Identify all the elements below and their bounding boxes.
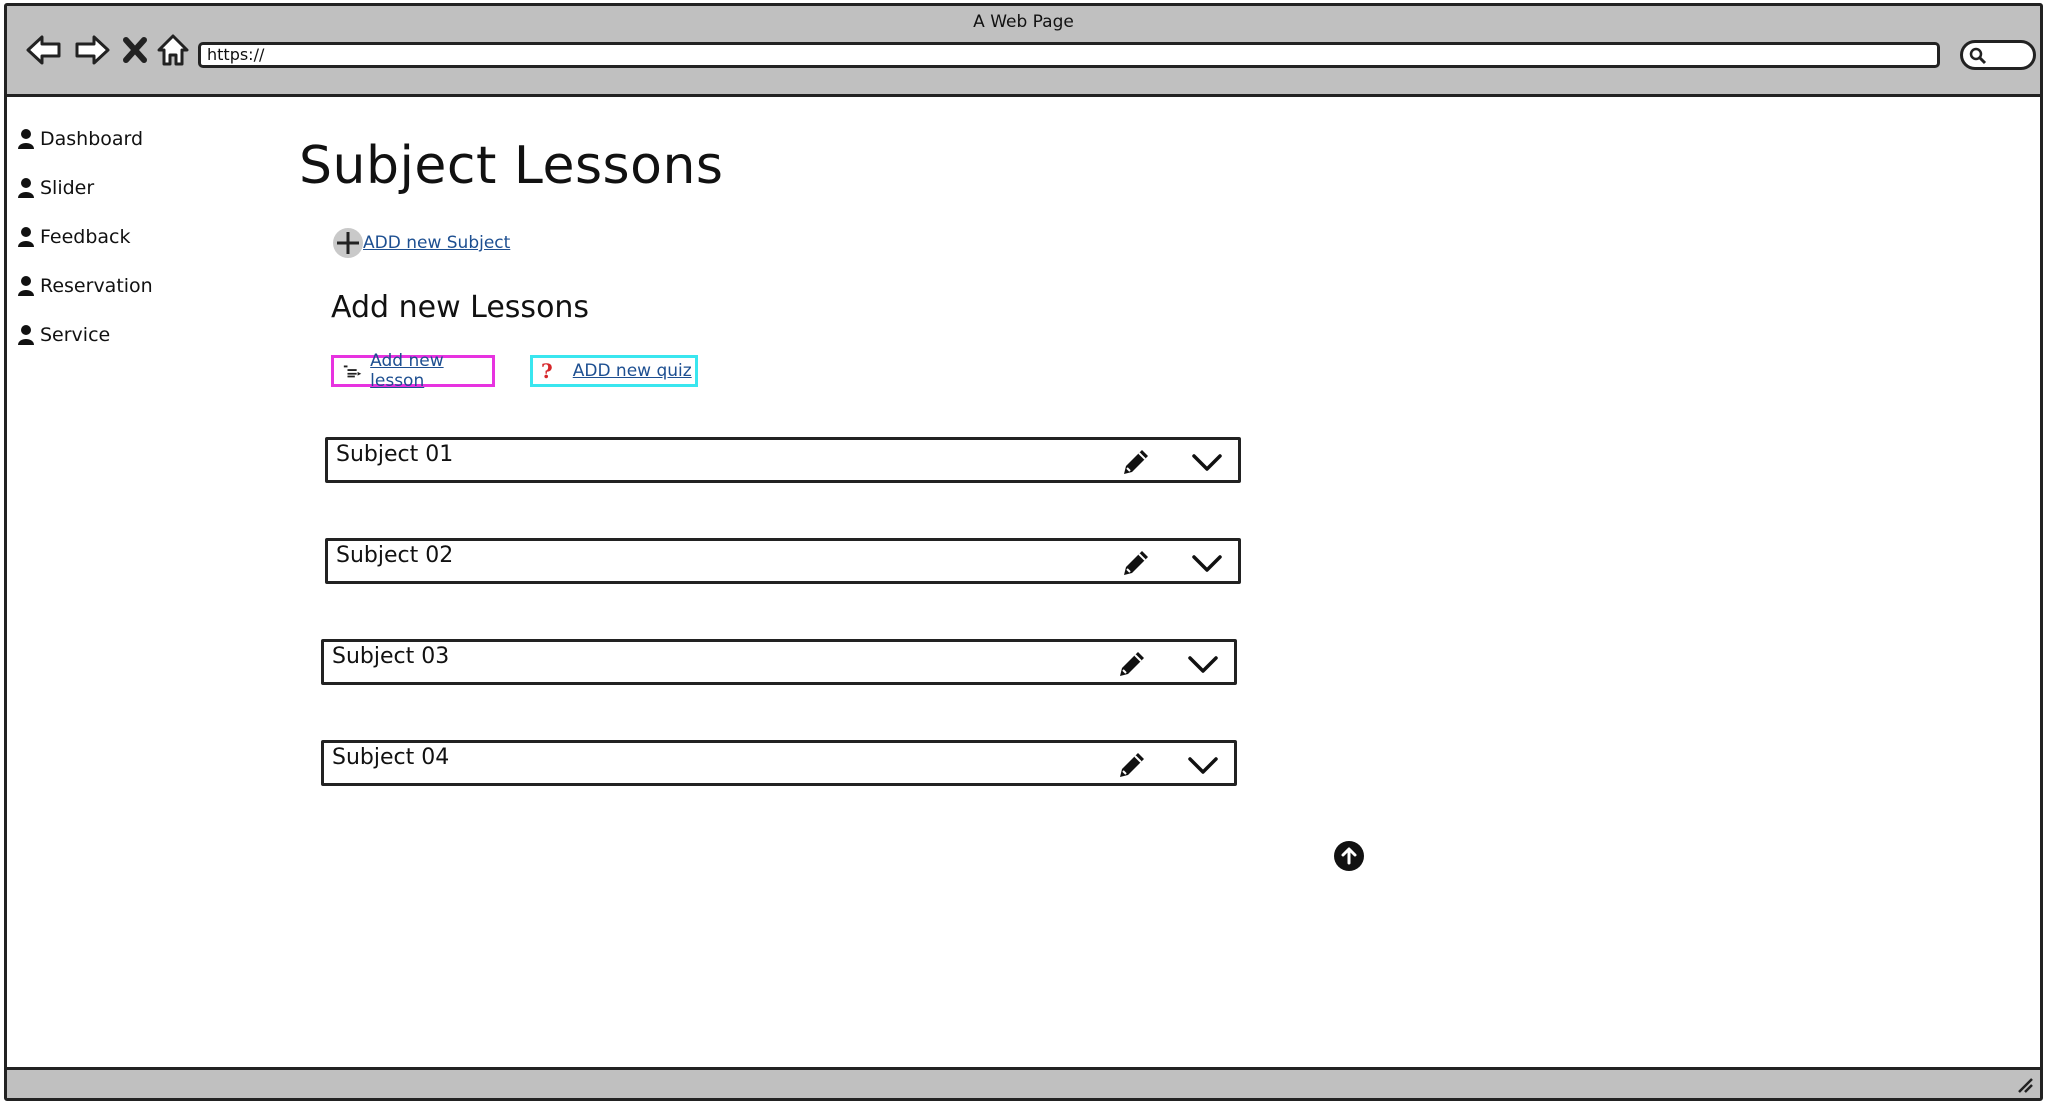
chevron-down-icon[interactable]: [1186, 751, 1220, 779]
add-quiz-button[interactable]: ? ADD new quiz: [530, 355, 698, 387]
chevron-down-icon[interactable]: [1190, 448, 1224, 476]
home-icon[interactable]: [155, 30, 191, 70]
arrow-up-icon: [1341, 847, 1357, 865]
subject-row-01[interactable]: Subject 01: [325, 437, 1241, 483]
chevron-down-icon[interactable]: [1186, 650, 1220, 678]
browser-search-field[interactable]: [1960, 40, 2036, 70]
search-icon: [1969, 47, 1987, 65]
sidebar-item-label: Dashboard: [40, 127, 144, 150]
status-bar: [7, 1067, 2040, 1098]
subject-row-04[interactable]: Subject 04: [321, 740, 1237, 786]
page-title: Subject Lessons: [299, 136, 724, 196]
user-icon: [18, 226, 34, 247]
sidebar-item-slider[interactable]: Slider: [17, 163, 153, 212]
sidebar-item-service[interactable]: Service: [17, 310, 153, 359]
user-icon: [18, 324, 34, 345]
subject-row-02[interactable]: Subject 02: [325, 538, 1241, 584]
subject-label: Subject 02: [336, 543, 454, 568]
sidebar-item-feedback[interactable]: Feedback: [17, 212, 153, 261]
back-icon[interactable]: [23, 30, 65, 70]
pencil-icon[interactable]: [1118, 446, 1152, 480]
sidebar-item-reservation[interactable]: Reservation: [17, 261, 153, 310]
subject-label: Subject 03: [332, 644, 450, 669]
scroll-to-top-button[interactable]: [1334, 841, 1364, 871]
sidebar-item-label: Service: [40, 323, 111, 346]
add-lesson-label: Add new lesson: [370, 351, 444, 391]
user-icon: [18, 177, 34, 198]
lesson-list-icon: [343, 365, 362, 378]
address-bar[interactable]: https://: [198, 42, 1940, 68]
forward-icon[interactable]: [71, 30, 113, 70]
add-subject-button[interactable]: ADD new Subject: [333, 228, 510, 258]
plus-icon: [333, 228, 363, 258]
sidebar-item-dashboard[interactable]: Dashboard: [17, 114, 153, 163]
add-quiz-label: ADD new quiz: [572, 361, 692, 381]
browser-toolbar: A Web Page https://: [7, 6, 2040, 97]
user-icon: [18, 128, 34, 149]
chevron-down-icon[interactable]: [1190, 549, 1224, 577]
sidebar: Dashboard Slider Feedback Reservation Se…: [17, 114, 153, 359]
stop-icon[interactable]: [119, 30, 151, 70]
add-lesson-button[interactable]: Add new lesson: [331, 351, 495, 391]
user-icon: [18, 275, 34, 296]
add-subject-link[interactable]: ADD new Subject: [363, 233, 510, 253]
subject-label: Subject 04: [332, 745, 450, 770]
section-title: Add new Lessons: [331, 290, 590, 325]
window-title: A Web Page: [973, 12, 1074, 32]
pencil-icon[interactable]: [1114, 749, 1148, 783]
pencil-icon[interactable]: [1114, 648, 1148, 682]
pencil-icon[interactable]: [1118, 547, 1152, 581]
sidebar-item-label: Reservation: [40, 274, 153, 297]
sidebar-item-label: Slider: [40, 176, 95, 199]
subject-label: Subject 01: [336, 442, 454, 467]
subject-row-03[interactable]: Subject 03: [321, 639, 1237, 685]
browser-window: A Web Page https:// Dashboard Slider Fee…: [4, 3, 2043, 1101]
sidebar-item-label: Feedback: [40, 225, 131, 248]
question-icon: ?: [541, 359, 553, 383]
resize-handle-icon[interactable]: [2016, 1076, 2034, 1094]
